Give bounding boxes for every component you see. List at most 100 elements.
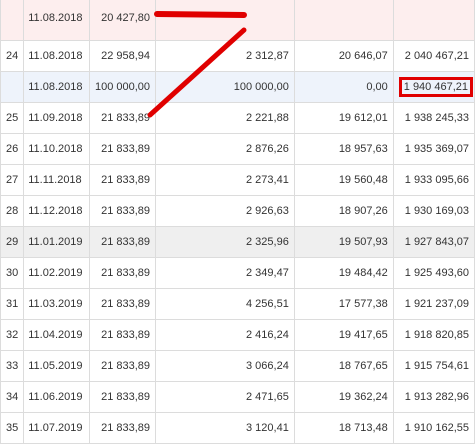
cell-num: 24 [0,40,25,72]
cell-balance: 1 910 162,55 [392,412,475,444]
cell-date: 11.06.2019 [23,381,90,413]
table-row: 27 11.11.2018 21 833,89 2 273,41 19 560,48 1 … [0,164,475,196]
cell-principal: 100 000,00 [155,71,295,103]
table-row: 11.08.2018 20 427,80 [0,0,475,41]
cell-date: 11.02.2019 [23,257,90,289]
cell-num: 28 [0,195,25,227]
cell-principal: 2 471,65 [155,381,295,413]
table-row: 26 11.10.2018 21 833,89 2 876,26 18 957,63 1 … [0,133,475,165]
cell-date: 11.03.2019 [23,288,90,320]
cell-interest: 19 560,48 [293,164,394,196]
table-row: 11.08.2018 100 000,00 100 000,00 0,00 1 940 … [0,71,475,103]
cell-balance: 1 930 169,03 [392,195,475,227]
cell-date: 11.10.2018 [23,133,90,165]
cell-balance: 1 915 754,61 [392,350,475,382]
schedule-body: 11.08.2018 20 427,80 24 11.08.2018 22 958,94… [0,0,475,444]
table-row: 25 11.09.2018 21 833,89 2 221,88 19 612,01 1 … [0,102,475,134]
cell-balance: 1 918 820,85 [392,319,475,351]
cell-interest: 18 957,63 [293,133,394,165]
cell-interest: 20 646,07 [293,40,394,72]
cell-date: 11.07.2019 [23,412,90,444]
cell-payment: 21 833,89 [88,102,157,134]
cell-payment: 21 833,89 [88,350,157,382]
cell-payment: 21 833,89 [88,257,157,289]
cell-payment: 21 833,89 [88,319,157,351]
payment-schedule-table: 11.08.2018 20 427,80 24 11.08.2018 22 958,94… [0,0,475,444]
table-row: 33 11.05.2019 21 833,89 3 066,24 18 767,65 1 … [0,350,475,382]
cell-interest: 19 612,01 [293,102,394,134]
cell-principal: 3 120,41 [155,412,295,444]
cell-date: 11.08.2018 [23,0,90,41]
table-row: 28 11.12.2018 21 833,89 2 926,63 18 907,26 1 … [0,195,475,227]
table-row: 34 11.06.2019 21 833,89 2 471,65 19 362,24 1 … [0,381,475,413]
cell-principal: 2 349,47 [155,257,295,289]
table-row: 30 11.02.2019 21 833,89 2 349,47 19 484,42 1 … [0,257,475,289]
table-row: 32 11.04.2019 21 833,89 2 416,24 19 417,65 1 … [0,319,475,351]
cell-date: 11.01.2019 [23,226,90,258]
table-row: 31 11.03.2019 21 833,89 4 256,51 17 577,38 1 … [0,288,475,320]
cell-interest: 0,00 [293,71,394,103]
cell-num: 26 [0,133,25,165]
cell-principal: 2 325,96 [155,226,295,258]
cell-balance [392,0,475,41]
cell-principal: 2 221,88 [155,102,295,134]
cell-interest: 19 362,24 [293,381,394,413]
cell-num: 30 [0,257,25,289]
cell-balance: 1 927 843,07 [392,226,475,258]
cell-payment: 20 427,80 [88,0,157,41]
cell-balance: 1 938 245,33 [392,102,475,134]
cell-num: 35 [0,412,25,444]
cell-principal: 3 066,24 [155,350,295,382]
cell-num: 33 [0,350,25,382]
cell-principal: 2 926,63 [155,195,295,227]
cell-date: 11.05.2019 [23,350,90,382]
cell-payment: 21 833,89 [88,133,157,165]
cell-balance: 1 921 237,09 [392,288,475,320]
table-row: 35 11.07.2019 21 833,89 3 120,41 18 713,48 1 … [0,412,475,444]
cell-payment: 21 833,89 [88,412,157,444]
cell-balance: 1 925 493,60 [392,257,475,289]
cell-interest: 19 484,42 [293,257,394,289]
cell-date: 11.11.2018 [23,164,90,196]
table-row: 24 11.08.2018 22 958,94 2 312,87 20 646,07 2 … [0,40,475,72]
cell-payment: 100 000,00 [88,71,157,103]
cell-num: 25 [0,102,25,134]
cell-date: 11.08.2018 [23,71,90,103]
cell-num: 29 [0,226,25,258]
cell-payment: 21 833,89 [88,164,157,196]
cell-num [0,71,25,103]
cell-principal: 2 273,41 [155,164,295,196]
cell-balance: 1 933 095,66 [392,164,475,196]
cell-interest: 19 507,93 [293,226,394,258]
cell-num [0,0,25,41]
cell-payment: 21 833,89 [88,226,157,258]
cell-payment: 21 833,89 [88,195,157,227]
cell-interest [293,0,394,41]
cell-interest: 19 417,65 [293,319,394,351]
cell-num: 31 [0,288,25,320]
cell-balance: 1 935 369,07 [392,133,475,165]
cell-interest: 18 767,65 [293,350,394,382]
cell-date: 11.04.2019 [23,319,90,351]
cell-balance: 1 940 467,21 [392,71,475,103]
cell-payment: 22 958,94 [88,40,157,72]
cell-principal: 2 876,26 [155,133,295,165]
cell-payment: 21 833,89 [88,381,157,413]
cell-num: 32 [0,319,25,351]
cell-date: 11.12.2018 [23,195,90,227]
cell-num: 34 [0,381,25,413]
cell-date: 11.09.2018 [23,102,90,134]
cell-interest: 17 577,38 [293,288,394,320]
cell-date: 11.08.2018 [23,40,90,72]
cell-principal: 4 256,51 [155,288,295,320]
cell-balance: 1 913 282,96 [392,381,475,413]
cell-interest: 18 713,48 [293,412,394,444]
cell-num: 27 [0,164,25,196]
table-row: 29 11.01.2019 21 833,89 2 325,96 19 507,93 1 … [0,226,475,258]
highlighted-balance-box: 1 940 467,21 [398,77,473,97]
cell-payment: 21 833,89 [88,288,157,320]
cell-interest: 18 907,26 [293,195,394,227]
cell-balance: 2 040 467,21 [392,40,475,72]
cell-principal: 2 416,24 [155,319,295,351]
cell-principal [155,0,295,41]
